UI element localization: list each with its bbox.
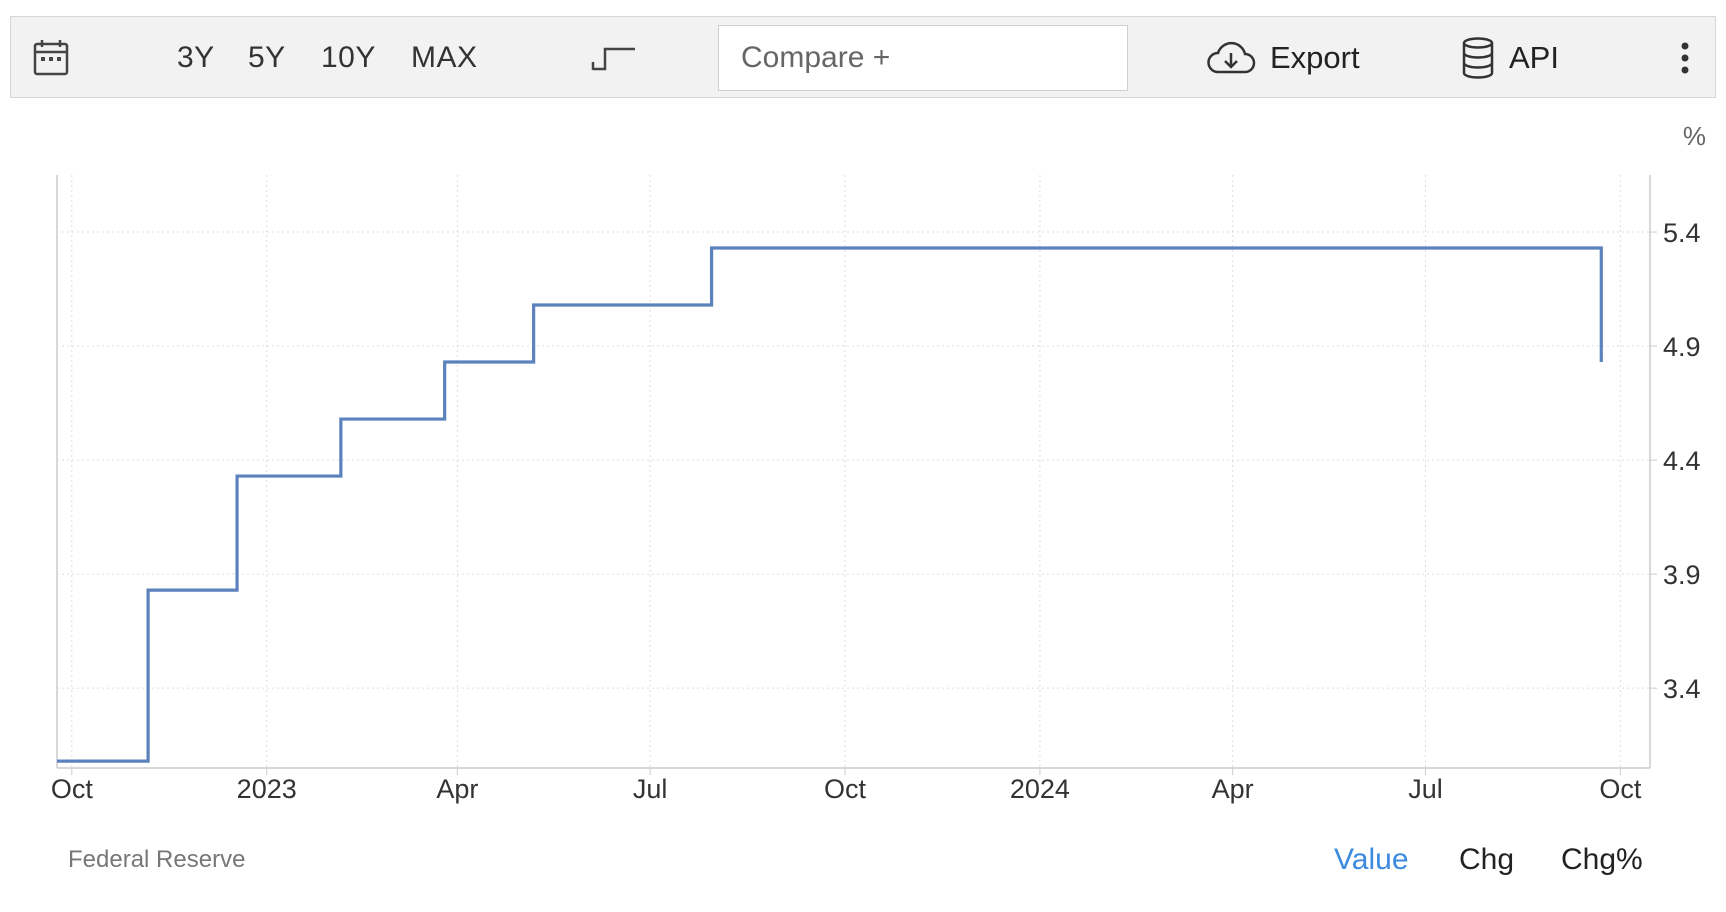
- tab-value[interactable]: Value: [1334, 843, 1409, 877]
- series-layer: [57, 246, 1603, 763]
- y-tick-label: 4.4: [1663, 446, 1701, 476]
- x-tick-label: Jul: [1408, 774, 1443, 804]
- tab-chg[interactable]: Chg: [1459, 843, 1514, 877]
- y-tick-label: 5.4: [1663, 218, 1701, 248]
- x-tick-label: Oct: [51, 774, 94, 804]
- x-tick-label: 2024: [1010, 774, 1070, 804]
- x-tick-label: Oct: [1599, 774, 1642, 804]
- x-tick-label: Jul: [633, 774, 668, 804]
- x-tick-label: 2023: [237, 774, 297, 804]
- y-tick-label: 4.9: [1663, 332, 1701, 362]
- y-axis: 3.4 3.9 4.4 4.9 5.4: [1650, 218, 1701, 704]
- y-tick-label: 3.4: [1663, 674, 1701, 704]
- y-tick-label: 3.9: [1663, 560, 1701, 590]
- x-axis: Oct 2023 Apr Jul Oct 2024 Apr Jul Oct: [51, 768, 1642, 804]
- series-line: [57, 246, 1603, 763]
- x-tick-label: Apr: [436, 774, 478, 804]
- y-axis-unit-label: %: [1683, 121, 1706, 151]
- rate-chart: Oct 2023 Apr Jul Oct 2024 Apr Jul Oct 3.4 3.9 4.4 4…: [51, 121, 1706, 804]
- chart-frame: [56, 175, 1651, 769]
- x-tick-label: Oct: [824, 774, 867, 804]
- x-tick-label: Apr: [1212, 774, 1254, 804]
- source-label: Federal Reserve: [68, 846, 246, 873]
- chart-grid: [57, 175, 1650, 768]
- tab-chg-percent[interactable]: Chg%: [1561, 843, 1643, 877]
